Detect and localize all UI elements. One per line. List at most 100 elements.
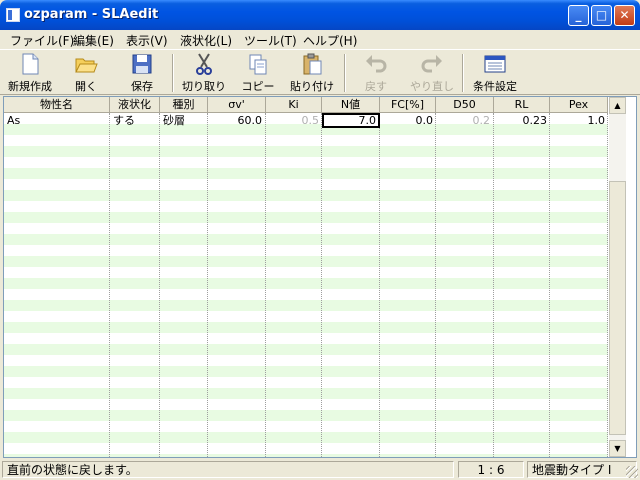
open-folder-icon <box>75 58 98 73</box>
menu-view[interactable]: 表示(V) <box>126 32 168 49</box>
settings-window-icon <box>484 55 506 73</box>
column-header[interactable]: 物性名 <box>4 97 110 113</box>
cell-type[interactable]: 砂層 <box>163 114 205 127</box>
column-divider <box>379 113 380 457</box>
new-label: 新規作成 <box>8 80 52 93</box>
menu-file[interactable]: ファイル(F) <box>10 32 74 49</box>
column-header[interactable]: 液状化 <box>110 97 160 113</box>
table-row[interactable] <box>4 278 608 289</box>
conditions-label: 条件設定 <box>473 80 517 93</box>
table-row[interactable] <box>4 267 608 278</box>
redo-button[interactable]: やり直し <box>408 52 456 94</box>
scissors-icon <box>196 53 212 75</box>
redo-label: やり直し <box>410 80 454 93</box>
app-icon[interactable] <box>6 8 20 22</box>
cell-d50[interactable]: 0.2 <box>438 114 491 127</box>
cell-sigma-v[interactable]: 60.0 <box>210 114 263 127</box>
cut-button[interactable]: 切り取り <box>180 52 228 94</box>
paste-button[interactable]: 貼り付け <box>288 52 336 94</box>
grid-body <box>4 113 608 457</box>
menu-help[interactable]: ヘルプ(H) <box>303 32 357 49</box>
scroll-down-button[interactable]: ▼ <box>609 440 626 457</box>
table-row[interactable] <box>4 256 608 267</box>
cell-ki[interactable]: 0.5 <box>268 114 320 127</box>
parameter-grid[interactable]: 物性名 液状化 種別 σv' Ki N値 FC[%] D50 RL Pex As… <box>3 96 637 458</box>
grid-header: 物性名 液状化 種別 σv' Ki N値 FC[%] D50 RL Pex <box>4 97 608 113</box>
table-row[interactable] <box>4 454 608 457</box>
table-row[interactable] <box>4 421 608 432</box>
scroll-thumb[interactable] <box>609 181 626 435</box>
save-label: 保存 <box>131 80 153 93</box>
cell-rl[interactable]: 0.23 <box>496 114 548 127</box>
column-header[interactable]: Ki <box>266 97 322 113</box>
table-row[interactable] <box>4 190 608 201</box>
column-header[interactable]: 種別 <box>160 97 208 113</box>
title-bar[interactable]: ozparam - SLAedit _ □ ✕ <box>0 0 640 30</box>
table-row[interactable] <box>4 443 608 454</box>
cell-name[interactable]: As <box>7 114 107 127</box>
new-document-icon <box>22 53 39 75</box>
cut-label: 切り取り <box>182 80 226 93</box>
column-divider <box>435 113 436 457</box>
save-button[interactable]: 保存 <box>122 52 162 94</box>
maximize-button[interactable]: □ <box>591 5 612 26</box>
table-row[interactable] <box>4 146 608 157</box>
menu-tools[interactable]: ツール(T) <box>244 32 297 49</box>
minimize-button[interactable]: _ <box>568 5 589 26</box>
table-row[interactable] <box>4 388 608 399</box>
close-button[interactable]: ✕ <box>614 5 635 26</box>
table-row[interactable] <box>4 157 608 168</box>
status-mode: 地震動タイプ I <box>527 461 637 478</box>
column-header[interactable]: σv' <box>208 97 266 113</box>
copy-label: コピー <box>241 80 275 93</box>
column-header[interactable]: RL <box>494 97 550 113</box>
menu-edit[interactable]: 編集(E) <box>73 32 114 49</box>
table-row[interactable] <box>4 311 608 322</box>
column-divider <box>321 113 322 457</box>
table-row[interactable] <box>4 234 608 245</box>
table-row[interactable] <box>4 410 608 421</box>
menu-liquefaction[interactable]: 液状化(L) <box>180 32 232 49</box>
table-row[interactable] <box>4 300 608 311</box>
cell-n-value[interactable]: 7.0 <box>322 113 380 128</box>
copy-button[interactable]: コピー <box>238 52 278 94</box>
undo-arrow-icon <box>366 55 387 73</box>
table-row[interactable] <box>4 168 608 179</box>
column-header[interactable]: Pex <box>550 97 608 113</box>
undo-button[interactable]: 戻す <box>354 52 398 94</box>
toolbar: 新規作成 開く 保存 切り取り コピー 貼り付け 戻す やり直し 条件設定 <box>0 49 640 95</box>
table-row[interactable] <box>4 399 608 410</box>
column-header[interactable]: D50 <box>436 97 494 113</box>
table-row[interactable] <box>4 355 608 366</box>
table-row[interactable] <box>4 377 608 388</box>
grid-margin <box>626 97 636 457</box>
table-row[interactable] <box>4 289 608 300</box>
scroll-up-button[interactable]: ▲ <box>609 97 626 114</box>
resize-grip-icon[interactable] <box>626 466 638 478</box>
status-message: 直前の状態に戻します。 <box>2 461 454 478</box>
cell-liquefaction[interactable]: する <box>113 114 157 127</box>
column-divider <box>159 113 160 457</box>
column-header[interactable]: FC[%] <box>380 97 436 113</box>
table-row[interactable] <box>4 179 608 190</box>
vertical-scrollbar[interactable]: ▲ ▼ <box>609 97 626 457</box>
table-row[interactable] <box>4 212 608 223</box>
table-row[interactable] <box>4 135 608 146</box>
cell-pex[interactable]: 1.0 <box>552 114 606 127</box>
status-position: 1 : 6 <box>458 461 524 478</box>
table-row[interactable] <box>4 333 608 344</box>
table-row[interactable] <box>4 432 608 443</box>
save-disk-icon <box>132 54 152 74</box>
table-row[interactable] <box>4 366 608 377</box>
conditions-button[interactable]: 条件設定 <box>468 52 522 94</box>
column-header[interactable]: N値 <box>322 97 380 113</box>
cell-fc[interactable]: 0.0 <box>382 114 434 127</box>
table-row[interactable] <box>4 322 608 333</box>
table-row[interactable] <box>4 245 608 256</box>
new-button[interactable]: 新規作成 <box>4 52 56 94</box>
table-row[interactable] <box>4 344 608 355</box>
table-row[interactable] <box>4 201 608 212</box>
table-row[interactable] <box>4 223 608 234</box>
open-button[interactable]: 開く <box>66 52 106 94</box>
toolbar-separator <box>344 54 346 92</box>
